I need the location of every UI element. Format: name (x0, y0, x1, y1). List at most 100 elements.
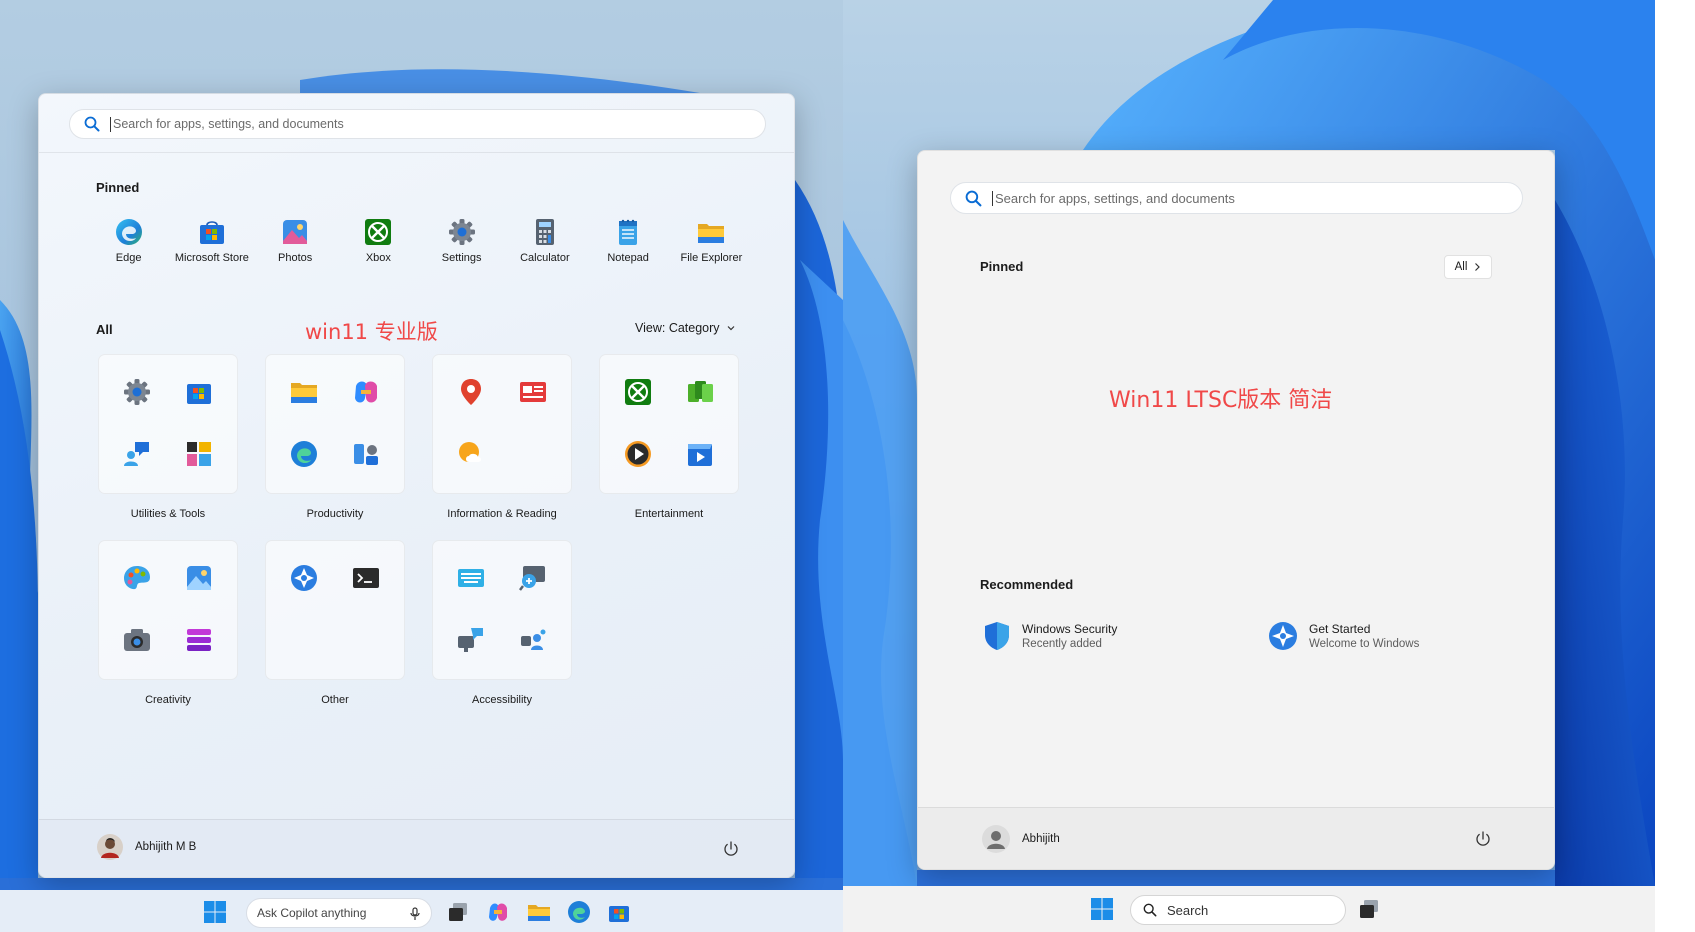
pinned-app-calculator[interactable]: Calculator (503, 217, 586, 264)
task-view-icon[interactable] (446, 900, 470, 924)
folder-icon (291, 383, 317, 403)
category-utilities-tools[interactable]: Utilities & Tools (98, 354, 238, 520)
recommended-title: Recommended (980, 577, 1074, 592)
search-input[interactable]: Search for apps, settings, and documents (950, 182, 1523, 214)
keyboard-icon (458, 569, 484, 587)
notepad-icon (619, 219, 638, 245)
search-icon (1143, 903, 1157, 917)
pinned-label: Calculator (520, 252, 570, 264)
video-editor-icon (688, 444, 712, 466)
all-apps-label: All (1454, 261, 1468, 273)
task-view-icon[interactable] (1357, 897, 1381, 921)
gear-icon (448, 219, 475, 245)
taskbar-ltsc: Search (843, 886, 1655, 932)
all-apps-button[interactable]: All (1444, 255, 1492, 279)
microphone-icon[interactable] (409, 907, 421, 921)
paint-palette-icon (124, 566, 150, 590)
taskbar-search-label: Search (1167, 902, 1209, 918)
recommended-title-text: Windows Security (1022, 622, 1118, 636)
category-tile[interactable] (432, 540, 572, 680)
pinned-title: Pinned (980, 259, 1024, 274)
folder-icon[interactable] (527, 900, 551, 924)
all-title: All (96, 322, 113, 337)
chat-people-icon (124, 442, 149, 466)
edge-icon (115, 219, 142, 245)
user-account-button[interactable]: Abhijith (982, 825, 1060, 853)
category-productivity[interactable]: Productivity (265, 354, 405, 520)
magnifier-icon (519, 566, 545, 591)
category-tile[interactable] (265, 540, 405, 680)
pinned-app-settings[interactable]: Settings (420, 217, 503, 264)
start-menu-ltsc: Search for apps, settings, and documents… (917, 150, 1555, 870)
taskbar-pro: Ask Copilot anything (0, 890, 843, 932)
annotation-pro: win11 专业版 (305, 320, 438, 344)
copilot-search-input[interactable]: Ask Copilot anything (246, 898, 432, 928)
user-account-button[interactable]: Abhijith M B (97, 834, 196, 860)
user-name: Abhijith M B (135, 841, 197, 853)
pinned-app-file-explorer[interactable]: File Explorer (670, 217, 753, 264)
category-creativity[interactable]: Creativity (98, 540, 238, 706)
maps-pin-icon (461, 379, 481, 405)
pinned-app-photos[interactable]: Photos (254, 217, 337, 264)
pinned-app-edge[interactable]: Edge (87, 217, 170, 264)
pinned-app-microsoft-store[interactable]: Microsoft Store (170, 217, 253, 264)
pinned-app-notepad[interactable]: Notepad (587, 217, 670, 264)
calculator-icon (535, 219, 554, 245)
photos-icon (187, 566, 211, 590)
category-other[interactable]: Other (265, 540, 405, 706)
start-footer: Abhijith M B (39, 819, 794, 877)
xbox-icon (625, 379, 651, 405)
photos-icon (283, 220, 308, 244)
header-divider (39, 152, 794, 153)
pinned-apps: Edge Microsoft Store Photos Xbox Setting… (87, 217, 753, 264)
weather-icon (459, 442, 481, 462)
solitaire-icon (688, 381, 713, 402)
search-icon (84, 116, 100, 132)
store-icon[interactable] (607, 900, 631, 924)
search-input[interactable]: Search for apps, settings, and documents (69, 109, 766, 139)
start-footer: Abhijith (918, 807, 1554, 869)
news-icon (520, 382, 546, 402)
get-started-icon (1269, 622, 1297, 650)
copilot-icon[interactable] (486, 900, 510, 924)
view-category-dropdown[interactable]: View: Category (635, 321, 736, 335)
pinned-label: Settings (441, 252, 482, 264)
pinned-label: Xbox (365, 252, 391, 264)
category-tile[interactable] (599, 354, 739, 494)
taskbar-search-input[interactable]: Search (1130, 895, 1346, 925)
category-tile[interactable] (432, 354, 572, 494)
category-information-reading[interactable]: Information & Reading (432, 354, 572, 520)
category-tile[interactable] (98, 354, 238, 494)
copilot-icon (355, 381, 377, 403)
recommended-item-windows-security[interactable]: Windows Security Recently added (982, 620, 1117, 652)
power-icon[interactable] (1473, 829, 1493, 849)
pinned-label: Photos (278, 252, 313, 264)
search-placeholder: Search for apps, settings, and documents (992, 190, 1235, 206)
windows-start-icon[interactable] (203, 900, 227, 924)
category-tile[interactable] (98, 540, 238, 680)
gear-icon (124, 379, 150, 405)
category-tile[interactable] (265, 354, 405, 494)
category-label: Information & Reading (447, 508, 557, 520)
recommended-subtitle-text: Welcome to Windows (1309, 638, 1420, 650)
category-entertainment[interactable]: Entertainment (599, 354, 739, 520)
narrator-icon (458, 628, 483, 652)
category-accessibility[interactable]: Accessibility (432, 540, 572, 706)
view-label: View: Category (635, 321, 720, 335)
voice-access-icon (521, 629, 546, 650)
terminal-icon (353, 568, 379, 588)
category-label: Accessibility (472, 694, 532, 706)
recommended-item-get-started[interactable]: Get Started Welcome to Windows (1267, 620, 1419, 652)
pinned-app-xbox[interactable]: Xbox (337, 217, 420, 264)
camera-icon (124, 629, 150, 651)
phone-link-icon (354, 444, 378, 465)
category-label: Productivity (306, 508, 364, 520)
category-label: Creativity (145, 694, 191, 706)
windows-start-icon[interactable] (1090, 897, 1114, 921)
power-icon[interactable] (721, 839, 741, 859)
recommended-subtitle-text: Recently added (1022, 638, 1102, 650)
recommended-title-text: Get Started (1309, 622, 1371, 636)
store-icon (199, 221, 224, 244)
edge-icon[interactable] (567, 900, 591, 924)
clipchamp-icon (187, 629, 211, 651)
